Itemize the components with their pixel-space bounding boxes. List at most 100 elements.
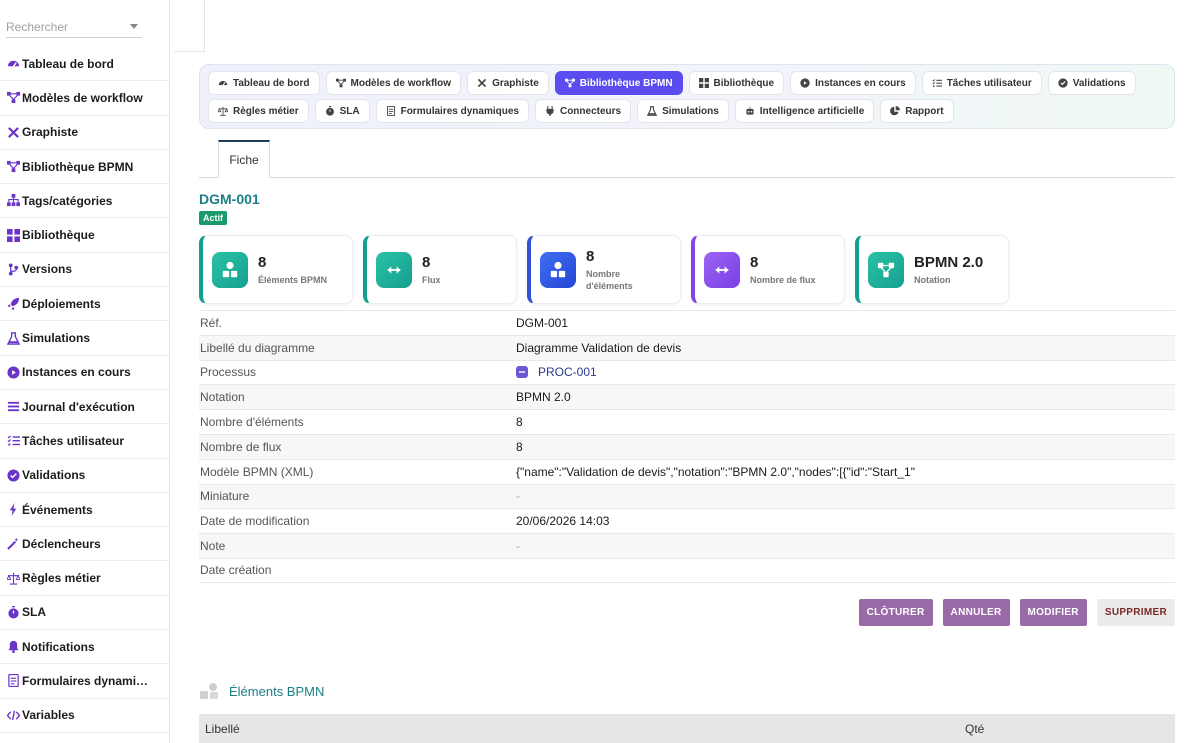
check-circle-icon — [6, 468, 20, 482]
edit-button[interactable]: MODIFIER — [1019, 599, 1087, 626]
sidebar-item-15[interactable]: Règles métier — [0, 561, 169, 596]
tab-row2-3[interactable]: Connecteurs — [534, 99, 632, 123]
sidebar-item-label: Versions — [22, 262, 73, 277]
tab-row1-6[interactable]: Tâches utilisateur — [921, 71, 1042, 95]
code-icon — [6, 708, 20, 722]
detail-value: Diagramme Validation de devis — [516, 340, 682, 355]
sidebar-item-17[interactable]: Notifications — [0, 630, 169, 665]
stat-card: 8 Éléments BPMN — [199, 235, 353, 304]
tab-row2-0[interactable]: Règles métier — [208, 99, 309, 123]
detail-value: {"name":"Validation de devis","notation"… — [516, 464, 916, 479]
stat-value: 8 — [258, 253, 267, 271]
stat-card: 8 Nombre d'éléments — [527, 235, 681, 304]
sidebar-item-label: SLA — [22, 605, 46, 620]
sidebar-item-8[interactable]: Simulations — [0, 321, 169, 356]
search-box[interactable] — [6, 12, 142, 38]
tab-row1-7[interactable]: Validations — [1047, 71, 1136, 95]
sidebar-item-14[interactable]: Déclencheurs — [0, 527, 169, 562]
close-record-button[interactable]: CLÔTURER — [858, 599, 933, 626]
process-link[interactable]: PROC-001 — [516, 365, 597, 379]
stat-label: Nombre de flux — [750, 274, 816, 285]
detail-row: Miniature - — [199, 483, 1175, 509]
grid-icon — [6, 228, 20, 242]
tab-row1-5[interactable]: Instances en cours — [790, 71, 916, 95]
tab-row1-4[interactable]: Bibliothèque — [688, 71, 785, 95]
sidebar-item-19[interactable]: Variables — [0, 699, 169, 733]
detail-row: Réf. DGM-001 — [199, 310, 1175, 335]
sidebar-item-13[interactable]: Événements — [0, 493, 169, 528]
sidebar-item-0[interactable]: Tableau de bord — [0, 47, 169, 82]
stat-value: 8 — [422, 253, 431, 271]
tasks-icon — [932, 78, 942, 88]
tab-row2-1[interactable]: SLA — [314, 99, 370, 123]
sidebar-item-1[interactable]: Modèles de workflow — [0, 81, 169, 116]
stat-value: BPMN 2.0 — [914, 253, 984, 271]
sidebar: Tableau de bord Modèles de workflow Graphi… — [0, 0, 170, 743]
stat-label: Nombre d'éléments — [586, 268, 633, 291]
tab-label: Simulations — [662, 105, 719, 117]
sidebar-item-label: Journal d'exécution — [22, 399, 135, 414]
tasks-icon — [6, 434, 20, 448]
tab-label: Bibliothèque BPMN — [579, 77, 673, 89]
search-input[interactable] — [6, 12, 124, 34]
detail-label: Libellé du diagramme — [200, 340, 315, 355]
page-title: DGM-001 — [199, 191, 260, 207]
diagram-icon — [868, 251, 904, 288]
detail-row: Libellé du diagramme Diagramme Validation… — [199, 334, 1175, 360]
tab-row1-2[interactable]: Graphiste — [467, 71, 549, 95]
arrows-icon — [704, 251, 740, 288]
stat-cards: 8 Éléments BPMN 8 Flux 8 Nombre d'éléments 8 No… — [199, 235, 1009, 304]
sidebar-item-10[interactable]: Journal d'exécution — [0, 390, 169, 425]
tab-label: Validations — [1072, 77, 1126, 89]
delete-button[interactable]: SUPPRIMER — [1096, 599, 1175, 626]
sidebar-item-6[interactable]: Versions — [0, 253, 169, 288]
sidebar-item-label: Formulaires dynami… — [22, 673, 149, 688]
module-tabs: Tableau de bord Modèles de workflow Graphi… — [199, 64, 1175, 129]
detail-label: Notation — [200, 390, 245, 405]
tab-row2-5[interactable]: Intelligence artificielle — [734, 99, 875, 123]
sidebar-item-9[interactable]: Instances en cours — [0, 356, 169, 390]
header-placeholder — [174, 0, 205, 52]
grid-icon — [698, 78, 709, 88]
gauge-icon — [6, 57, 20, 71]
plug-icon — [545, 106, 555, 116]
tab-row1-0[interactable]: Tableau de bord — [208, 71, 320, 95]
sidebar-item-3[interactable]: Bibliothèque BPMN — [0, 150, 169, 185]
sidebar-item-label: Règles métier — [22, 571, 101, 586]
detail-row: Date de modification 20/06/2026 14:03 — [199, 508, 1175, 533]
detail-row: Nombre de flux 8 — [199, 433, 1175, 459]
detail-label: Nombre de flux — [200, 439, 282, 454]
cancel-button[interactable]: ANNULER — [942, 599, 1010, 626]
detail-label: Modèle BPMN (XML) — [200, 464, 314, 479]
sidebar-item-2[interactable]: Graphiste — [0, 116, 169, 150]
sidebar-item-12[interactable]: Validations — [0, 459, 169, 493]
tab-row2-2[interactable]: Formulaires dynamiques — [375, 99, 529, 123]
tab-row2-6[interactable]: Rapport — [880, 99, 954, 123]
sidebar-item-16[interactable]: SLA — [0, 596, 169, 631]
tab-label: Connecteurs — [559, 105, 622, 117]
detail-row: Nombre d'éléments 8 — [199, 409, 1175, 434]
shapes-icon — [200, 683, 218, 699]
tab-row1-1[interactable]: Modèles de workflow — [325, 71, 462, 95]
form-icon — [386, 106, 396, 116]
tab-fiche[interactable]: Fiche — [218, 140, 270, 178]
tab-label: Tâches utilisateur — [946, 77, 1032, 89]
sidebar-item-18[interactable]: Formulaires dynami… — [0, 664, 169, 699]
chevron-down-icon[interactable] — [130, 24, 138, 29]
sidebar-item-4[interactable]: Tags/catégories — [0, 184, 169, 219]
tab-row2-4[interactable]: Simulations — [637, 99, 729, 123]
sidebar-item-7[interactable]: Déploiements — [0, 287, 169, 322]
detail-label: Note — [200, 539, 226, 554]
sidebar-item-label: Événements — [22, 502, 93, 517]
sidebar-item-label: Validations — [22, 468, 86, 483]
column-header-label[interactable]: Libellé — [199, 722, 965, 736]
column-header-qty[interactable]: Qté — [965, 722, 984, 736]
process-link-text[interactable]: PROC-001 — [538, 365, 597, 379]
rocket-icon — [6, 297, 20, 311]
bell-icon — [6, 640, 20, 654]
sidebar-item-11[interactable]: Tâches utilisateur — [0, 424, 169, 459]
sidebar-item-5[interactable]: Bibliothèque — [0, 218, 169, 253]
tab-row1-3[interactable]: Bibliothèque BPMN — [554, 71, 683, 95]
gauge-icon — [218, 78, 228, 88]
bpmn-icon — [6, 160, 20, 174]
